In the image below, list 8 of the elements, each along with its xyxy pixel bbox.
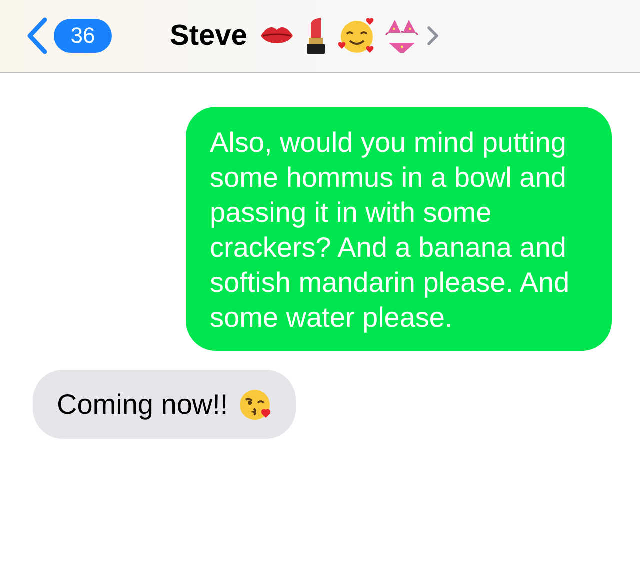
unread-count-badge: 36 xyxy=(54,19,112,53)
back-chevron-icon xyxy=(26,17,48,55)
back-button[interactable]: 36 xyxy=(26,17,112,55)
contact-name-button[interactable]: Steve xyxy=(170,17,440,55)
message-text: Coming now!! xyxy=(57,388,228,422)
chevron-right-icon xyxy=(427,25,440,47)
contact-name: Steve xyxy=(170,20,248,52)
sent-message-bubble: Also, would you mind putting some hommus in a bowl and passing it in with some crackers? And a banana and softish mandarin please. And some water please. xyxy=(186,107,612,351)
